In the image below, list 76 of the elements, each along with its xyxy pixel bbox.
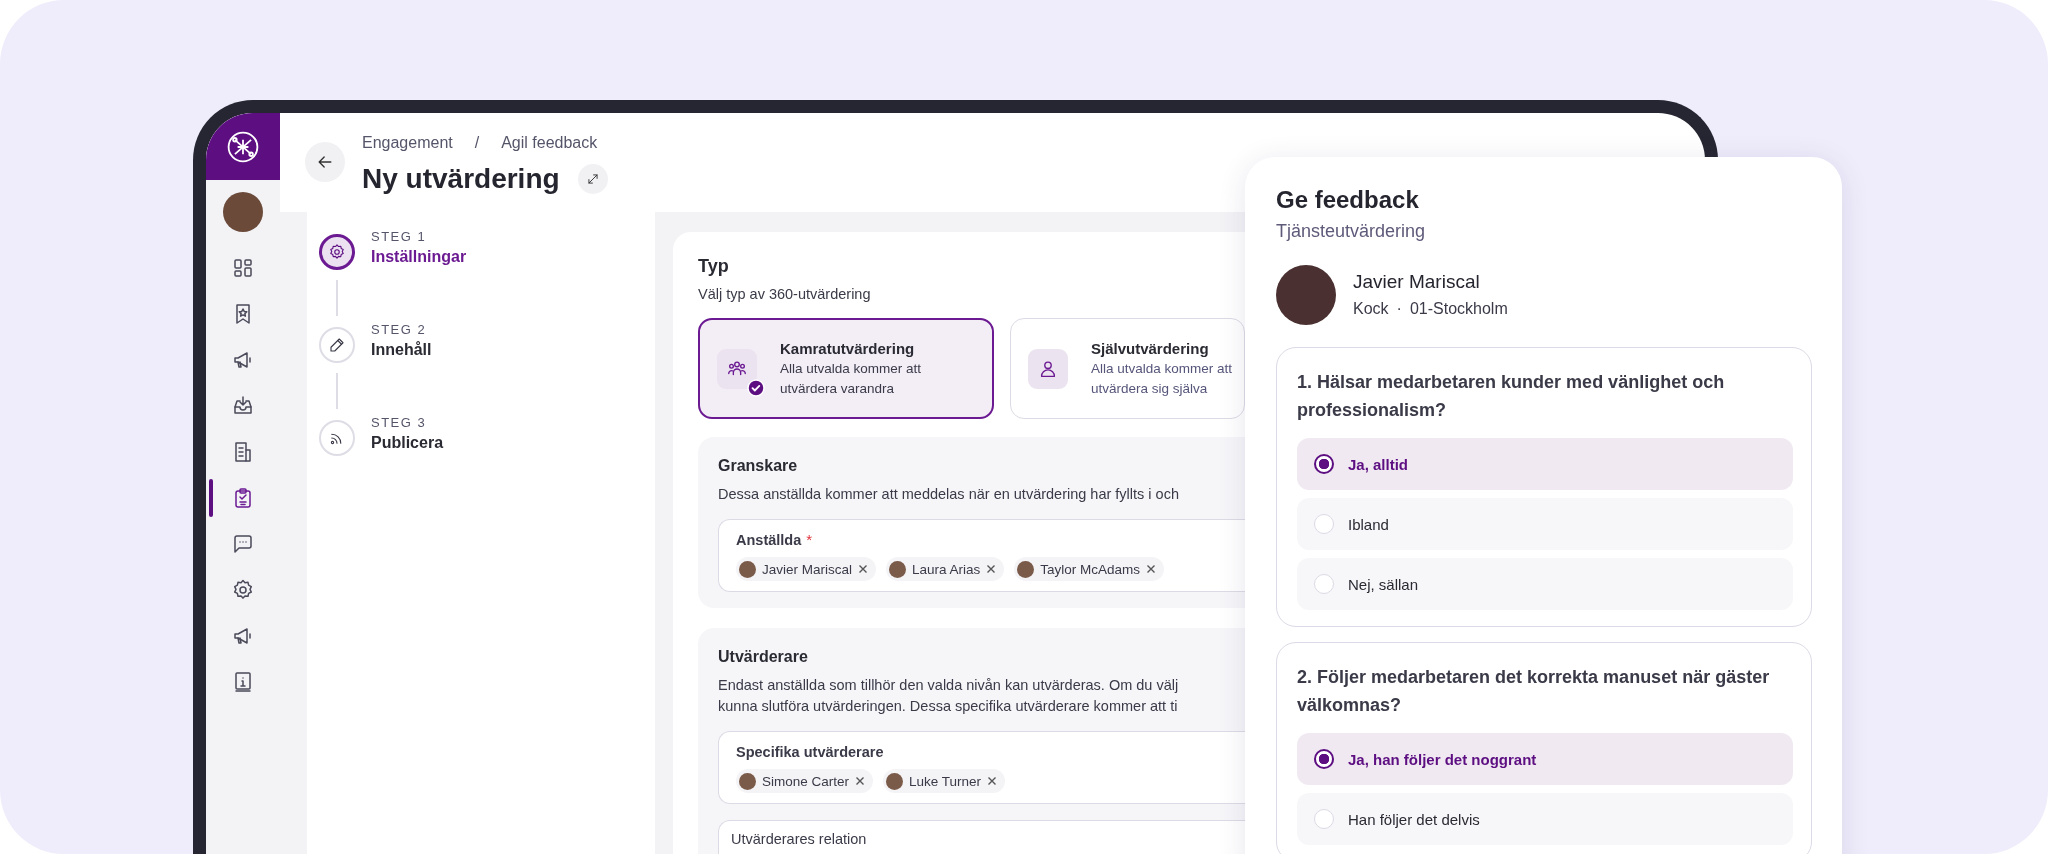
field-label: Utvärderares relation [731,830,867,849]
avatar-circle [1017,560,1035,578]
avatar-circle [739,560,756,578]
grid-icon[interactable] [231,256,255,280]
close-icon[interactable] [855,776,866,786]
radio-button[interactable] [1314,454,1334,474]
close-icon[interactable] [858,564,869,574]
settings-icon[interactable] [231,578,255,602]
step-label: STEG 1 [371,228,428,246]
close-icon[interactable] [1146,564,1157,574]
section-subtitle: Välj typ av 360-utvärdering [698,285,872,304]
field-label: Specifika utvärderare [736,743,884,762]
close-icon[interactable] [987,776,998,786]
user-avatar[interactable] [223,192,263,232]
section-description: kunna slutföra utvärderingen. Dessa specifika utvärderare kommer att ti [718,697,1179,716]
avatar-circle [889,560,907,578]
step-label: STEG 2 [371,321,428,339]
step-connector [336,373,338,409]
input-field[interactable]: Utvärderares relation [718,820,1245,854]
step-name[interactable]: Publicera [371,432,444,454]
person-name: Javier Mariscal [1353,270,1481,294]
breadcrumb-link[interactable]: Agil feedback [501,132,598,154]
breadcrumb-separator: / [474,133,480,153]
question-text: 1. Hälsar medarbetaren kunder med vänlighet och professionalism? [1297,371,1726,422]
input-field[interactable]: Anställda * Javier Mariscal Laura Arias Taylor McAdams [718,519,1245,592]
input-field[interactable]: Specifika utvärderare Simone Carter Luke Turner [718,731,1245,804]
person-chip[interactable]: Taylor McAdams [1014,557,1165,581]
person-chip[interactable]: Luke Turner [883,769,1006,793]
breadcrumb-link[interactable]: Engagement [362,132,453,154]
section-title: Utvärderare [718,647,809,667]
type-option-card[interactable]: Kamratutvärdering Alla utvalda kommer att utvärdera varandra [698,318,994,419]
option-title: Självutvärdering [1091,338,1210,359]
option-description: utvärdera varandra [780,379,896,398]
step-indicator[interactable] [319,234,355,270]
person-chip[interactable]: Javier Mariscal [736,557,877,581]
card-subtitle: Tjänsteutvärdering [1276,220,1427,243]
expand-button[interactable] [577,164,608,194]
step-connector [336,280,338,316]
radio-button[interactable] [1314,749,1334,769]
close-icon[interactable] [986,564,997,574]
section-description: Endast anställda som tillhör den valda nivån kan utvärderas. Om du välj [718,676,1180,695]
settings-icon [328,243,346,261]
option-description: Alla utvalda kommer att [1091,359,1233,378]
person-chip[interactable]: Laura Arias [886,557,1005,581]
option-description: Alla utvalda kommer att [780,359,922,378]
back-button[interactable] [305,142,345,182]
step-name[interactable]: Innehåll [371,339,432,361]
section-title: Typ [698,255,730,278]
person-location: 01-Stockholm [1409,299,1508,319]
field-label: Anställda [736,531,802,550]
separator-dot: · [1396,299,1402,319]
card-title: Ge feedback [1276,185,1420,215]
avatar-circle [1276,265,1336,325]
option-title: Kamratutvärdering [780,338,916,359]
chat-icon[interactable] [231,532,255,556]
step-label: STEG 3 [371,414,428,432]
type-option-card[interactable]: Självutvärdering Alla utvalda kommer att utvärdera sig själva [1010,318,1245,419]
answer-option[interactable]: Ja, han följer det noggrant [1297,733,1793,785]
section-title: Granskare [718,456,799,476]
option-description: utvärdera sig själva [1091,379,1209,398]
expand-icon [585,172,600,186]
answer-option[interactable]: Ibland [1297,498,1793,550]
answer-option[interactable]: Ja, alltid [1297,438,1793,490]
avatar-circle [739,772,756,790]
check-icon [747,378,765,397]
page-title: Ny utvärdering [362,162,560,196]
required-mark: * [806,531,813,548]
question-text: 2. Följer medarbetaren det korrekta manuset när gäster välkomnas? [1297,666,1771,717]
section-description: Dessa anställda kommer att meddelas när en utvärdering har fyllts i och [718,485,1180,504]
answer-option[interactable]: Han följer det delvis [1297,793,1793,845]
person-role: Kock [1353,299,1389,319]
avatar-circle [886,772,904,790]
pencil-icon [328,336,346,354]
step-name[interactable]: Inställningar [371,246,467,268]
answer-option[interactable]: Nej, sällan [1297,558,1793,610]
person-chip[interactable]: Simone Carter [736,769,874,793]
